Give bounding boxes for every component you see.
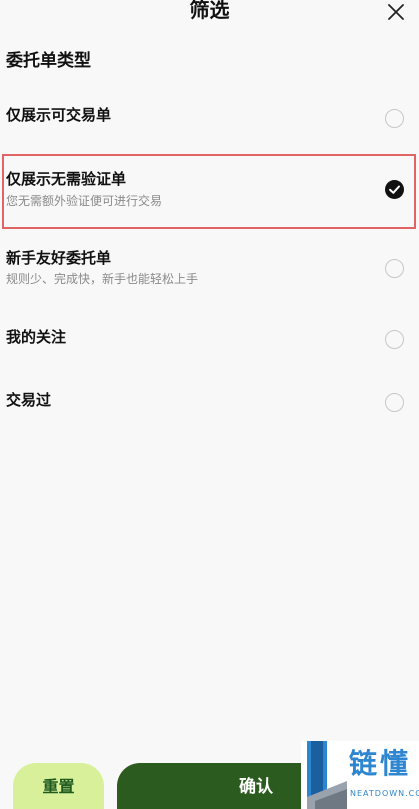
option-description: 规则少、完成快，新手也能轻松上手: [6, 272, 199, 286]
watermark-subtext: NEATDOWN.COM: [350, 789, 419, 798]
option-label: 交易过: [6, 391, 52, 409]
confirm-button-label: 确认: [239, 777, 273, 797]
option-label: 仅展示可交易单: [6, 106, 112, 124]
watermark-logo-icon: [307, 741, 347, 809]
option-my-follows[interactable]: 我的关注: [0, 322, 419, 362]
option-beginner-friendly[interactable]: 新手友好委托单 规则少、完成快，新手也能轻松上手: [0, 243, 419, 299]
radio-unchecked[interactable]: [385, 109, 404, 128]
radio-unchecked[interactable]: [385, 393, 404, 412]
radio-unchecked[interactable]: [385, 259, 404, 278]
close-icon[interactable]: [384, 0, 408, 24]
page-title: 筛选: [189, 0, 230, 22]
radio-unchecked[interactable]: [385, 330, 404, 349]
header: 筛选: [0, 0, 419, 24]
filter-page: 筛选 委托单类型 仅展示可交易单 仅展示无需验证单 您无需额外验证便可进行交易 …: [0, 0, 419, 809]
watermark: 链懂 NEATDOWN.COM: [301, 741, 419, 809]
option-label: 新手友好委托单: [6, 249, 112, 267]
reset-button[interactable]: 重置: [13, 763, 104, 809]
highlight-box: [2, 154, 416, 229]
watermark-text: 链懂: [349, 747, 412, 780]
section-title: 委托单类型: [6, 51, 91, 71]
option-label: 我的关注: [6, 328, 67, 346]
option-tradable-only[interactable]: 仅展示可交易单: [0, 100, 419, 140]
option-traded-before[interactable]: 交易过: [0, 385, 419, 425]
